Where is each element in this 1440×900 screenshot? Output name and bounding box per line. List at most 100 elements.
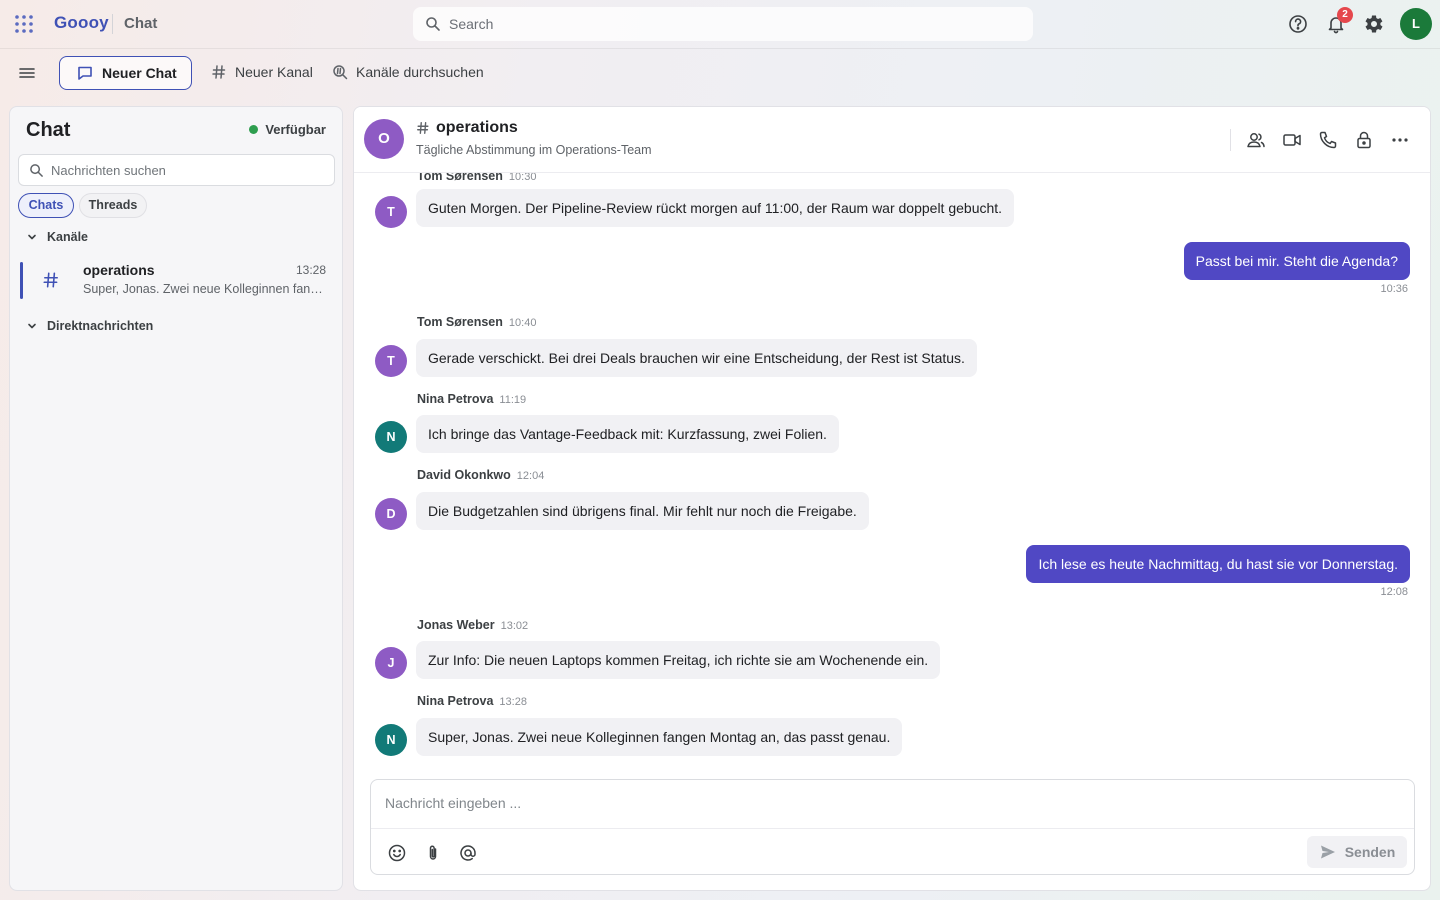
mention-icon[interactable] [458,843,478,863]
channel-description: Tägliche Abstimmung im Operations-Team [416,143,652,157]
send-icon [1319,843,1337,861]
message-author: David Okonkwo [417,468,511,482]
hash-icon [42,271,60,289]
message-bubble: Die Budgetzahlen sind übrigens final. Mi… [416,492,869,530]
chevron-down-icon [26,320,38,332]
message-meta: David Okonkwo 12:04 [417,468,544,482]
header-divider [1230,129,1231,151]
own-message-bubble: Passt bei mir. Steht die Agenda? [1183,242,1410,280]
hash-icon [211,64,227,80]
send-label: Senden [1344,844,1396,860]
message-time: 13:02 [500,620,529,632]
message-bubble: Guten Morgen. Der Pipeline-Review rückt … [416,189,1015,227]
channel-search-icon [332,64,348,80]
sender-avatar[interactable]: N [375,724,407,756]
app-name: Chat [124,15,158,32]
gear-icon[interactable] [1362,12,1386,36]
message-meta: Nina Petrova 11:19 [417,392,526,406]
section-direct-messages[interactable]: Direktnachrichten [26,319,153,333]
presence-label: Verfügbar [265,122,326,137]
brand-logo[interactable]: Goooy [54,13,109,33]
members-icon[interactable] [1245,129,1267,151]
chevron-down-icon [26,231,38,243]
message-search-input[interactable] [51,155,331,185]
message-time: 10:36 [1380,283,1408,295]
channel-header: O operations Tägliche Abstimmung im Oper… [354,107,1430,173]
composer-divider [371,828,1414,829]
new-chat-button[interactable]: Neuer Chat [59,56,192,90]
message-meta: Jonas Weber 13:02 [417,618,528,632]
hash-icon [416,121,430,135]
help-icon[interactable] [1286,12,1310,36]
section-channels[interactable]: Kanäle [26,230,88,244]
message-list[interactable]: Tom Sørensen 10:30 T Guten Morgen. Der Pi… [354,173,1430,773]
sender-avatar[interactable]: J [375,647,407,679]
new-channel-button[interactable]: Neuer Kanal [211,64,313,80]
channel-avatar: O [364,119,404,159]
more-icon[interactable] [1389,129,1411,151]
phone-icon[interactable] [1317,129,1339,151]
top-bar: Goooy Chat 2 L [0,0,1440,48]
message-time: 10:30 [508,173,537,183]
toolbar: Neuer Chat Neuer Kanal Kanäle durchsuche… [0,48,1440,96]
channel-time: 13:28 [295,263,326,277]
message-author: Jonas Weber [417,618,495,632]
message-time: 11:19 [499,394,527,406]
global-search[interactable] [413,7,1033,41]
message-author: Tom Sørensen [417,173,503,183]
user-avatar[interactable]: L [1400,8,1432,40]
message-time: 10:40 [508,317,537,329]
brand-divider [112,14,113,34]
new-channel-label: Neuer Kanal [235,64,313,80]
emoji-icon[interactable] [387,843,407,863]
channel-title[interactable]: operations [416,119,518,137]
chat-sidebar: Chat Verfügbar Chats Threads Kanäle op [9,106,343,891]
menu-icon[interactable] [16,62,38,84]
message-author: Nina Petrova [417,694,494,708]
chat-bubble-icon [76,64,94,82]
section-direct-label: Direktnachrichten [47,319,154,333]
message-author: Tom Sørensen [417,315,503,329]
sender-avatar[interactable]: T [375,345,407,377]
message-composer: Senden [370,779,1415,875]
attach-icon[interactable] [423,843,443,863]
message-author: Nina Petrova [417,392,494,406]
sender-avatar[interactable]: N [375,421,407,453]
sender-avatar[interactable]: T [375,196,407,228]
message-time: 13:28 [499,696,527,708]
presence-status[interactable]: Verfügbar [249,122,326,137]
own-message-bubble: Ich lese es heute Nachmittag, du hast si… [1026,545,1410,583]
new-chat-label: Neuer Chat [102,65,177,81]
channel-title-text: operations [436,119,518,136]
chat-panel: O operations Tägliche Abstimmung im Oper… [353,106,1431,891]
channel-preview: Super, Jonas. Zwei neue Kolleginnen fang… [83,282,323,296]
message-bubble: Zur Info: Die neuen Laptops kommen Freit… [416,641,941,679]
browse-channels-button[interactable]: Kanäle durchsuchen [332,64,484,80]
message-input[interactable] [385,788,1395,818]
message-search[interactable] [18,154,335,186]
video-icon[interactable] [1281,129,1303,151]
message-meta: Tom Sørensen 10:40 [417,315,536,329]
sender-avatar[interactable]: D [375,498,407,530]
message-bubble: Ich bringe das Vantage-Feedback mit: Kur… [416,415,839,453]
global-search-input[interactable] [449,7,1019,41]
browse-channels-label: Kanäle durchsuchen [356,64,484,80]
presence-dot-icon [249,125,259,134]
message-time: 12:08 [1380,586,1408,598]
lock-icon[interactable] [1353,129,1375,151]
message-bubble: Gerade verschickt. Bei drei Deals brauch… [416,339,977,377]
tab-threads[interactable]: Threads [79,193,147,218]
send-button[interactable]: Senden [1307,836,1407,868]
message-bubble: Super, Jonas. Zwei neue Kolleginnen fang… [416,718,903,756]
tab-chats[interactable]: Chats [18,193,74,218]
channel-name: operations [83,262,155,278]
section-channels-label: Kanäle [47,230,88,244]
notification-badge: 2 [1337,7,1353,23]
message-meta: Nina Petrova 13:28 [417,694,527,708]
apps-grid-icon[interactable] [14,14,34,34]
search-icon [425,16,441,32]
message-time: 12:04 [516,470,545,482]
sidebar-item-operations[interactable]: operations 13:28 Super, Jonas. Zwei neue… [20,262,332,299]
message-meta: Tom Sørensen 10:30 [417,173,536,183]
sidebar-title: Chat [26,119,71,141]
